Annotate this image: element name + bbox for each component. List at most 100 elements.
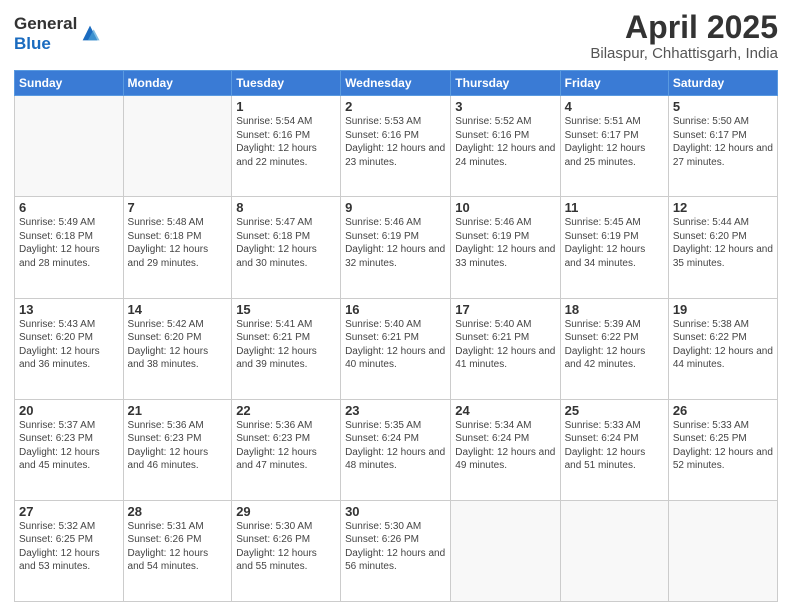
cell-day-number: 6 bbox=[19, 200, 119, 215]
calendar-week-3: 13Sunrise: 5:43 AM Sunset: 6:20 PM Dayli… bbox=[15, 298, 778, 399]
weekday-header-friday: Friday bbox=[560, 71, 668, 96]
cell-day-number: 2 bbox=[345, 99, 446, 114]
header: General Blue April 2025 Bilaspur, Chhatt… bbox=[14, 10, 778, 62]
cell-info: Sunrise: 5:46 AM Sunset: 6:19 PM Dayligh… bbox=[345, 216, 446, 270]
logo-blue: Blue bbox=[14, 34, 77, 54]
cell-info: Sunrise: 5:41 AM Sunset: 6:21 PM Dayligh… bbox=[236, 318, 336, 372]
cell-info: Sunrise: 5:43 AM Sunset: 6:20 PM Dayligh… bbox=[19, 318, 119, 372]
calendar-cell: 19Sunrise: 5:38 AM Sunset: 6:22 PM Dayli… bbox=[668, 298, 777, 399]
calendar-cell: 23Sunrise: 5:35 AM Sunset: 6:24 PM Dayli… bbox=[341, 399, 451, 500]
cell-day-number: 20 bbox=[19, 403, 119, 418]
calendar-cell: 2Sunrise: 5:53 AM Sunset: 6:16 PM Daylig… bbox=[341, 96, 451, 197]
cell-day-number: 15 bbox=[236, 302, 336, 317]
cell-info: Sunrise: 5:48 AM Sunset: 6:18 PM Dayligh… bbox=[128, 216, 228, 270]
cell-day-number: 11 bbox=[565, 200, 664, 215]
cell-info: Sunrise: 5:47 AM Sunset: 6:18 PM Dayligh… bbox=[236, 216, 336, 270]
cell-info: Sunrise: 5:44 AM Sunset: 6:20 PM Dayligh… bbox=[673, 216, 773, 270]
cell-info: Sunrise: 5:36 AM Sunset: 6:23 PM Dayligh… bbox=[128, 419, 228, 473]
weekday-header-thursday: Thursday bbox=[451, 71, 560, 96]
cell-info: Sunrise: 5:50 AM Sunset: 6:17 PM Dayligh… bbox=[673, 115, 773, 169]
calendar-body: 1Sunrise: 5:54 AM Sunset: 6:16 PM Daylig… bbox=[15, 96, 778, 602]
cell-day-number: 17 bbox=[455, 302, 555, 317]
calendar-cell: 8Sunrise: 5:47 AM Sunset: 6:18 PM Daylig… bbox=[232, 197, 341, 298]
cell-day-number: 21 bbox=[128, 403, 228, 418]
calendar-cell: 28Sunrise: 5:31 AM Sunset: 6:26 PM Dayli… bbox=[123, 500, 232, 601]
weekday-header-wednesday: Wednesday bbox=[341, 71, 451, 96]
calendar-cell: 25Sunrise: 5:33 AM Sunset: 6:24 PM Dayli… bbox=[560, 399, 668, 500]
calendar-cell: 4Sunrise: 5:51 AM Sunset: 6:17 PM Daylig… bbox=[560, 96, 668, 197]
calendar-cell bbox=[123, 96, 232, 197]
cell-day-number: 8 bbox=[236, 200, 336, 215]
calendar-week-2: 6Sunrise: 5:49 AM Sunset: 6:18 PM Daylig… bbox=[15, 197, 778, 298]
weekday-header-sunday: Sunday bbox=[15, 71, 124, 96]
cell-info: Sunrise: 5:53 AM Sunset: 6:16 PM Dayligh… bbox=[345, 115, 446, 169]
cell-day-number: 25 bbox=[565, 403, 664, 418]
calendar-cell: 26Sunrise: 5:33 AM Sunset: 6:25 PM Dayli… bbox=[668, 399, 777, 500]
cell-day-number: 19 bbox=[673, 302, 773, 317]
main-title: April 2025 bbox=[590, 10, 778, 45]
calendar-cell bbox=[560, 500, 668, 601]
calendar-cell: 9Sunrise: 5:46 AM Sunset: 6:19 PM Daylig… bbox=[341, 197, 451, 298]
cell-day-number: 10 bbox=[455, 200, 555, 215]
calendar-cell: 5Sunrise: 5:50 AM Sunset: 6:17 PM Daylig… bbox=[668, 96, 777, 197]
cell-day-number: 7 bbox=[128, 200, 228, 215]
calendar-cell: 27Sunrise: 5:32 AM Sunset: 6:25 PM Dayli… bbox=[15, 500, 124, 601]
cell-info: Sunrise: 5:52 AM Sunset: 6:16 PM Dayligh… bbox=[455, 115, 555, 169]
calendar-cell: 10Sunrise: 5:46 AM Sunset: 6:19 PM Dayli… bbox=[451, 197, 560, 298]
weekday-header-monday: Monday bbox=[123, 71, 232, 96]
cell-info: Sunrise: 5:36 AM Sunset: 6:23 PM Dayligh… bbox=[236, 419, 336, 473]
calendar-cell: 6Sunrise: 5:49 AM Sunset: 6:18 PM Daylig… bbox=[15, 197, 124, 298]
calendar-cell: 16Sunrise: 5:40 AM Sunset: 6:21 PM Dayli… bbox=[341, 298, 451, 399]
calendar-week-5: 27Sunrise: 5:32 AM Sunset: 6:25 PM Dayli… bbox=[15, 500, 778, 601]
calendar-cell: 30Sunrise: 5:30 AM Sunset: 6:26 PM Dayli… bbox=[341, 500, 451, 601]
cell-info: Sunrise: 5:40 AM Sunset: 6:21 PM Dayligh… bbox=[345, 318, 446, 372]
logo-icon bbox=[79, 22, 101, 44]
calendar-cell: 11Sunrise: 5:45 AM Sunset: 6:19 PM Dayli… bbox=[560, 197, 668, 298]
weekday-header-row: SundayMondayTuesdayWednesdayThursdayFrid… bbox=[15, 71, 778, 96]
cell-info: Sunrise: 5:34 AM Sunset: 6:24 PM Dayligh… bbox=[455, 419, 555, 473]
cell-day-number: 23 bbox=[345, 403, 446, 418]
cell-info: Sunrise: 5:54 AM Sunset: 6:16 PM Dayligh… bbox=[236, 115, 336, 169]
calendar-cell: 15Sunrise: 5:41 AM Sunset: 6:21 PM Dayli… bbox=[232, 298, 341, 399]
calendar-week-4: 20Sunrise: 5:37 AM Sunset: 6:23 PM Dayli… bbox=[15, 399, 778, 500]
calendar-cell: 13Sunrise: 5:43 AM Sunset: 6:20 PM Dayli… bbox=[15, 298, 124, 399]
cell-info: Sunrise: 5:32 AM Sunset: 6:25 PM Dayligh… bbox=[19, 520, 119, 574]
calendar-cell: 3Sunrise: 5:52 AM Sunset: 6:16 PM Daylig… bbox=[451, 96, 560, 197]
cell-day-number: 1 bbox=[236, 99, 336, 114]
cell-info: Sunrise: 5:30 AM Sunset: 6:26 PM Dayligh… bbox=[345, 520, 446, 574]
cell-info: Sunrise: 5:30 AM Sunset: 6:26 PM Dayligh… bbox=[236, 520, 336, 574]
logo: General Blue bbox=[14, 14, 101, 55]
cell-info: Sunrise: 5:46 AM Sunset: 6:19 PM Dayligh… bbox=[455, 216, 555, 270]
cell-day-number: 18 bbox=[565, 302, 664, 317]
cell-info: Sunrise: 5:49 AM Sunset: 6:18 PM Dayligh… bbox=[19, 216, 119, 270]
title-block: April 2025 Bilaspur, Chhattisgarh, India bbox=[590, 10, 778, 62]
cell-info: Sunrise: 5:33 AM Sunset: 6:25 PM Dayligh… bbox=[673, 419, 773, 473]
calendar: SundayMondayTuesdayWednesdayThursdayFrid… bbox=[14, 70, 778, 602]
cell-day-number: 29 bbox=[236, 504, 336, 519]
cell-info: Sunrise: 5:40 AM Sunset: 6:21 PM Dayligh… bbox=[455, 318, 555, 372]
cell-day-number: 14 bbox=[128, 302, 228, 317]
subtitle: Bilaspur, Chhattisgarh, India bbox=[590, 45, 778, 62]
calendar-cell: 17Sunrise: 5:40 AM Sunset: 6:21 PM Dayli… bbox=[451, 298, 560, 399]
cell-day-number: 13 bbox=[19, 302, 119, 317]
calendar-cell: 29Sunrise: 5:30 AM Sunset: 6:26 PM Dayli… bbox=[232, 500, 341, 601]
cell-info: Sunrise: 5:45 AM Sunset: 6:19 PM Dayligh… bbox=[565, 216, 664, 270]
calendar-cell: 24Sunrise: 5:34 AM Sunset: 6:24 PM Dayli… bbox=[451, 399, 560, 500]
cell-info: Sunrise: 5:33 AM Sunset: 6:24 PM Dayligh… bbox=[565, 419, 664, 473]
calendar-cell: 22Sunrise: 5:36 AM Sunset: 6:23 PM Dayli… bbox=[232, 399, 341, 500]
cell-day-number: 24 bbox=[455, 403, 555, 418]
cell-info: Sunrise: 5:37 AM Sunset: 6:23 PM Dayligh… bbox=[19, 419, 119, 473]
cell-day-number: 26 bbox=[673, 403, 773, 418]
cell-day-number: 28 bbox=[128, 504, 228, 519]
cell-info: Sunrise: 5:39 AM Sunset: 6:22 PM Dayligh… bbox=[565, 318, 664, 372]
calendar-week-1: 1Sunrise: 5:54 AM Sunset: 6:16 PM Daylig… bbox=[15, 96, 778, 197]
cell-day-number: 9 bbox=[345, 200, 446, 215]
calendar-cell: 20Sunrise: 5:37 AM Sunset: 6:23 PM Dayli… bbox=[15, 399, 124, 500]
calendar-cell: 21Sunrise: 5:36 AM Sunset: 6:23 PM Dayli… bbox=[123, 399, 232, 500]
calendar-cell: 18Sunrise: 5:39 AM Sunset: 6:22 PM Dayli… bbox=[560, 298, 668, 399]
page: General Blue April 2025 Bilaspur, Chhatt… bbox=[0, 0, 792, 612]
calendar-cell bbox=[15, 96, 124, 197]
cell-day-number: 4 bbox=[565, 99, 664, 114]
cell-day-number: 3 bbox=[455, 99, 555, 114]
calendar-cell: 7Sunrise: 5:48 AM Sunset: 6:18 PM Daylig… bbox=[123, 197, 232, 298]
